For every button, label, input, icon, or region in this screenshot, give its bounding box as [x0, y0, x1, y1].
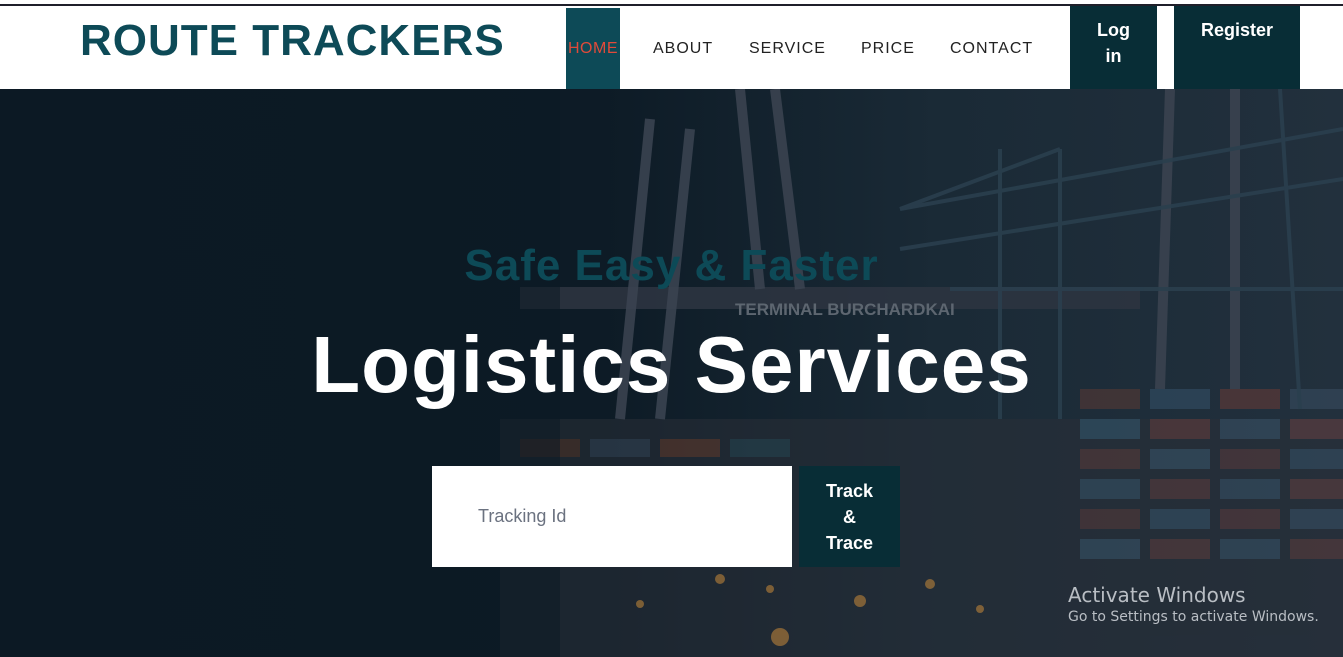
register-button[interactable]: Register [1174, 6, 1300, 89]
track-label-line2: & [843, 507, 856, 527]
nav-service[interactable]: SERVICE [749, 8, 826, 89]
nav-price[interactable]: PRICE [861, 8, 915, 89]
login-button[interactable]: Log in [1070, 6, 1157, 89]
site-logo[interactable]: ROUTE TRACKERS [80, 16, 505, 66]
register-label: Register [1200, 20, 1274, 40]
nav-contact[interactable]: CONTACT [950, 8, 1033, 89]
hero-title: Logistics Services [311, 320, 1032, 409]
nav-about[interactable]: ABOUT [653, 8, 713, 89]
tracking-id-input[interactable] [432, 466, 792, 567]
track-label-line1: Track [825, 481, 874, 501]
nav-home[interactable]: HOME [566, 8, 620, 89]
site-header: ROUTE TRACKERS HOME ABOUT SERVICE PRICE … [0, 6, 1343, 89]
track-and-trace-button[interactable]: Track & Trace [799, 466, 900, 567]
hero-section: TERMINAL BURCHARDKAI Safe Easy & Faster … [0, 89, 1343, 657]
activate-windows-title: Activate Windows [1068, 583, 1246, 607]
login-label-line2: in [1105, 46, 1122, 66]
hero-tagline: Safe Easy & Faster [464, 241, 879, 290]
activate-windows-subtitle: Go to Settings to activate Windows. [1068, 609, 1319, 625]
terminal-sign-text: TERMINAL BURCHARDKAI [735, 300, 955, 319]
login-label-line1: Log [1097, 20, 1130, 40]
track-label-line3: Trace [825, 533, 874, 553]
